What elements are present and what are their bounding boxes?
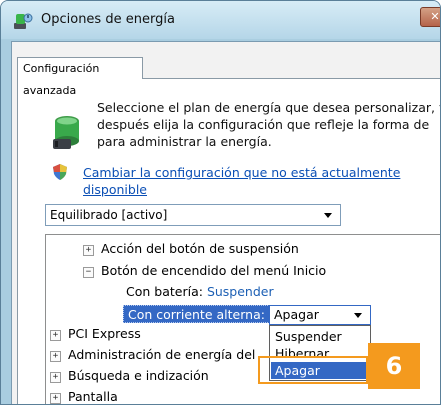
uac-shield-icon	[53, 164, 67, 180]
tab-advanced-settings[interactable]: Configuración avanzada	[17, 57, 143, 97]
tree-item-label: Pantalla	[68, 389, 118, 404]
tree-item-sleep-button-action[interactable]: + Acción del botón de suspensión	[83, 241, 299, 257]
expand-icon[interactable]: +	[50, 393, 61, 404]
chevron-down-icon	[324, 213, 332, 218]
callout-number-badge: 6	[368, 343, 420, 389]
tree-item-label: Acción del botón de suspensión	[101, 241, 299, 256]
title-bar[interactable]: Opciones de energía ✕	[1, 1, 440, 39]
intro-text: Seleccione el plan de energía que desea …	[97, 100, 441, 149]
plugged-in-label[interactable]: Con corriente alterna:	[123, 305, 270, 323]
power-plan-select-value: Equilibrado [activo]	[50, 208, 168, 222]
collapse-icon[interactable]: −	[83, 267, 94, 278]
power-options-window: Opciones de energía ✕ Configuración avan…	[0, 0, 441, 405]
tree-item-start-menu-power-button[interactable]: − Botón de encendido del menú Inicio	[83, 263, 326, 279]
tree-item-label: Administración de energía del	[68, 347, 256, 362]
chevron-down-icon	[354, 313, 362, 318]
expand-icon[interactable]: +	[50, 330, 61, 341]
expand-icon[interactable]: +	[50, 351, 61, 362]
tree-item-pci-express[interactable]: + PCI Express	[50, 326, 141, 342]
tree-item-label: Búsqueda e indización	[68, 368, 209, 383]
tree-item-label: Botón de encendido del menú Inicio	[101, 263, 327, 278]
close-icon: ✕	[430, 10, 440, 23]
tree-item-on-battery[interactable]: Con batería: Suspender	[126, 284, 274, 300]
power-options-icon	[14, 13, 33, 29]
on-battery-label: Con batería:	[126, 284, 203, 299]
option-suspend[interactable]: Suspender	[271, 328, 369, 345]
tree-item-display[interactable]: + Pantalla	[50, 389, 118, 404]
power-plan-select[interactable]: Equilibrado [activo]	[45, 204, 341, 226]
change-unavailable-settings-link[interactable]: Cambiar la configuración que no está act…	[83, 164, 413, 198]
tree-item-power-management[interactable]: + Administración de energía del	[50, 347, 255, 363]
close-button[interactable]: ✕	[420, 7, 440, 27]
plugged-in-value-select[interactable]: Apagar	[269, 305, 371, 325]
on-battery-value[interactable]: Suspender	[207, 284, 274, 299]
callout-highlight-box	[258, 356, 368, 384]
power-plan-icon	[53, 116, 79, 149]
tree-item-search-indexing[interactable]: + Búsqueda e indización	[50, 368, 209, 384]
window-title: Opciones de energía	[41, 12, 175, 27]
expand-icon[interactable]: +	[83, 245, 94, 256]
expand-icon[interactable]: +	[50, 372, 61, 383]
plugged-in-value: Apagar	[274, 307, 319, 322]
tree-item-label: PCI Express	[68, 326, 141, 341]
